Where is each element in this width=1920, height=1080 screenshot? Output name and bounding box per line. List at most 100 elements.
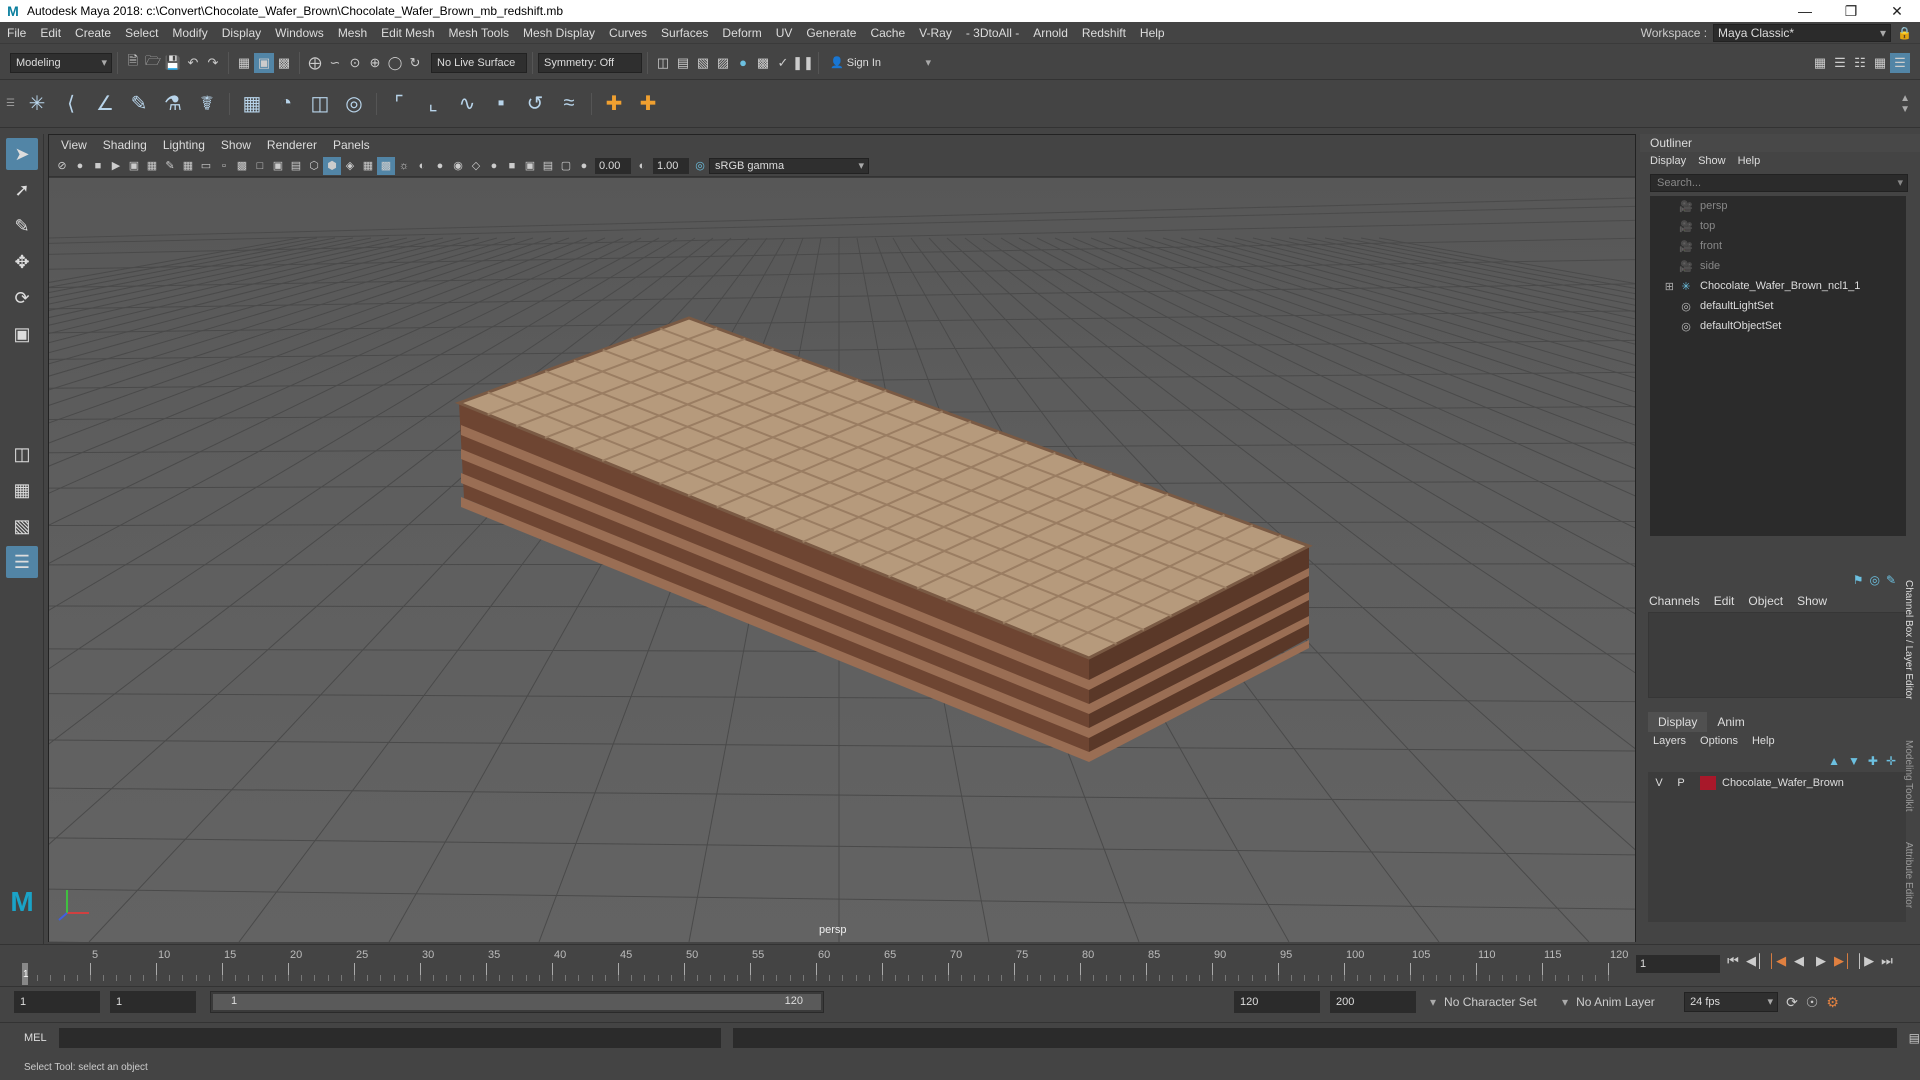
close-icon[interactable]: ✕ xyxy=(1874,3,1920,20)
anim-layer-dropdown[interactable]: No Anim Layer xyxy=(1576,995,1676,1009)
menu-mesh-display[interactable]: Mesh Display xyxy=(516,22,602,44)
menu-3dtoall[interactable]: - 3DtoAll - xyxy=(959,22,1026,44)
wrap-icon[interactable]: ◫ xyxy=(305,89,335,119)
ipr-render-icon[interactable]: ▧ xyxy=(693,53,713,73)
script-editor-icon[interactable]: ▤ xyxy=(1909,1031,1920,1045)
wire-icon[interactable]: ◎ xyxy=(339,89,369,119)
lock-icon[interactable]: 🔒 xyxy=(1897,26,1912,40)
joint-tool-icon[interactable]: ✳ xyxy=(22,89,52,119)
menu-file[interactable]: File xyxy=(0,22,33,44)
auto-key-icon[interactable]: ☉ xyxy=(1806,994,1819,1011)
undo-icon[interactable]: ↶ xyxy=(183,53,203,73)
new-layer-icon[interactable]: ✚ xyxy=(1868,754,1878,768)
shadows-icon[interactable]: ◐ xyxy=(413,157,431,175)
ik-handle-icon[interactable]: ⟨ xyxy=(56,89,86,119)
layer-row[interactable]: V P Chocolate_Wafer_Brown xyxy=(1648,772,1906,794)
fps-dropdown[interactable]: 24 fps ▾ xyxy=(1684,992,1779,1012)
layer-menu-help[interactable]: Help xyxy=(1745,732,1782,750)
smooth-shade-icon[interactable]: ⬢ xyxy=(323,156,341,175)
xray-joints-icon[interactable]: ▤ xyxy=(539,157,557,175)
four-view-layout-icon[interactable]: ▦ xyxy=(6,474,38,506)
cluster-icon[interactable]: ◔ xyxy=(271,89,301,119)
step-forward-key-icon[interactable]: │▶ xyxy=(1856,953,1874,969)
two-d-pan-icon[interactable]: ▦ xyxy=(143,157,161,175)
menu-curves[interactable]: Curves xyxy=(602,22,654,44)
rotate-tool-icon[interactable]: ⟳ xyxy=(6,282,38,314)
textured-icon[interactable]: ▩ xyxy=(377,156,395,175)
tab-anim[interactable]: Anim xyxy=(1707,712,1754,732)
snap-grid-icon[interactable]: ⨁ xyxy=(305,53,325,73)
select-tool-icon[interactable]: ➤ xyxy=(6,138,38,170)
sign-in-button[interactable]: 👤 Sign In ▾ xyxy=(824,52,936,73)
expand-icon[interactable]: ⊞ xyxy=(1650,280,1678,293)
grid-toggle-icon[interactable]: ▦ xyxy=(179,157,197,175)
squash-icon[interactable]: ▪ xyxy=(486,89,516,119)
select-hierarchy-icon[interactable]: ▦ xyxy=(234,53,254,73)
layer-visibility-toggle[interactable]: V xyxy=(1648,777,1670,789)
menu-windows[interactable]: Windows xyxy=(268,22,331,44)
menu-redshift[interactable]: Redshift xyxy=(1075,22,1133,44)
menu-cache[interactable]: Cache xyxy=(863,22,912,44)
locator-icon[interactable]: ✚ xyxy=(599,89,629,119)
menu-surfaces[interactable]: Surfaces xyxy=(654,22,715,44)
workspace-dropdown[interactable]: Maya Classic* ▾ xyxy=(1713,24,1892,42)
resolution-gate-icon[interactable]: ▫ xyxy=(215,157,233,175)
tool-settings-toggle-icon[interactable]: ☷ xyxy=(1850,53,1870,73)
viewport-menu-shading[interactable]: Shading xyxy=(95,135,155,155)
pause-icon[interactable]: ❚❚ xyxy=(792,53,814,73)
render-settings-icon[interactable]: ▨ xyxy=(713,53,733,73)
render-frame-icon[interactable]: ◫ xyxy=(653,53,673,73)
viewport-scene[interactable]: persp xyxy=(49,178,1635,942)
outliner-menu-display[interactable]: Display xyxy=(1644,152,1692,170)
minimize-icon[interactable]: — xyxy=(1782,3,1828,20)
menu-modify[interactable]: Modify xyxy=(165,22,214,44)
select-component-icon[interactable]: ▩ xyxy=(274,53,294,73)
channel-edit-icon[interactable]: ✎ xyxy=(1886,573,1896,587)
scale-tool-icon[interactable]: ▣ xyxy=(6,318,38,350)
outliner-item[interactable]: 🎥 top xyxy=(1650,216,1906,236)
render-view-icon[interactable]: ▤ xyxy=(673,53,693,73)
current-time-marker[interactable]: 1 xyxy=(22,963,29,985)
outliner-menu-help[interactable]: Help xyxy=(1732,152,1767,170)
layer-menu-options[interactable]: Options xyxy=(1693,732,1745,750)
gamma-field[interactable]: 1.00 xyxy=(653,157,689,174)
outliner-search-input[interactable]: Search... ▾ xyxy=(1650,174,1908,192)
menu-uv[interactable]: UV xyxy=(769,22,800,44)
viewport-menu-panels[interactable]: Panels xyxy=(325,135,378,155)
playback-start-field[interactable]: 1 xyxy=(110,991,196,1013)
persp-outliner-layout-icon[interactable]: ▧ xyxy=(6,510,38,542)
modeling-toolkit-toggle-icon[interactable]: ▦ xyxy=(1810,53,1830,73)
camera-select-icon[interactable]: ⊘ xyxy=(53,157,71,175)
menu-edit-mesh[interactable]: Edit Mesh xyxy=(374,22,441,44)
snap-point-icon[interactable]: ⊙ xyxy=(345,53,365,73)
ik-spline-icon[interactable]: ∠ xyxy=(90,89,120,119)
humanik-icon[interactable]: ⚗ xyxy=(158,89,188,119)
step-back-key-icon[interactable]: ◀│ xyxy=(1746,953,1764,969)
flare-icon[interactable]: ⌞ xyxy=(418,89,448,119)
camera-attributes-icon[interactable]: ■ xyxy=(89,157,107,175)
gate-mask-icon[interactable]: ▩ xyxy=(233,157,251,175)
redshift-ipr-icon[interactable]: ✓ xyxy=(773,53,793,73)
exposure-field[interactable]: 0.00 xyxy=(595,157,631,174)
live-surface-field[interactable]: No Live Surface xyxy=(431,52,527,73)
step-back-frame-icon[interactable]: │◀ xyxy=(1768,953,1786,969)
wireframe-on-shaded-icon[interactable]: ▦ xyxy=(359,157,377,175)
snap-surface-icon[interactable]: ◯ xyxy=(385,53,405,73)
pin-constraint-icon[interactable]: ✚ xyxy=(633,89,663,119)
view-transform-dropdown[interactable]: sRGB gamma ▾ xyxy=(709,157,869,174)
wireframe-icon[interactable]: ⬡ xyxy=(305,157,323,175)
grease-pencil-icon[interactable]: ✎ xyxy=(161,157,179,175)
select-object-icon[interactable]: ▣ xyxy=(254,52,274,73)
film-gate-icon[interactable]: ▭ xyxy=(197,157,215,175)
preferences-icon[interactable]: ⚙ xyxy=(1826,994,1839,1011)
symmetry-dropdown[interactable]: Symmetry: Off xyxy=(538,52,642,73)
field-chart-icon[interactable]: □ xyxy=(251,157,269,175)
paint-select-tool-icon[interactable]: ✎ xyxy=(6,210,38,242)
animation-end-field[interactable]: 200 xyxy=(1330,991,1416,1013)
image-plane-icon[interactable]: ▣ xyxy=(125,157,143,175)
menu-arnold[interactable]: Arnold xyxy=(1026,22,1075,44)
single-perspective-layout-icon[interactable]: ◫ xyxy=(6,438,38,470)
isolate-select-icon[interactable]: ■ xyxy=(503,157,521,175)
side-tab-channel-box[interactable]: Channel Box / Layer Editor xyxy=(1903,580,1914,700)
menu-create[interactable]: Create xyxy=(68,22,118,44)
